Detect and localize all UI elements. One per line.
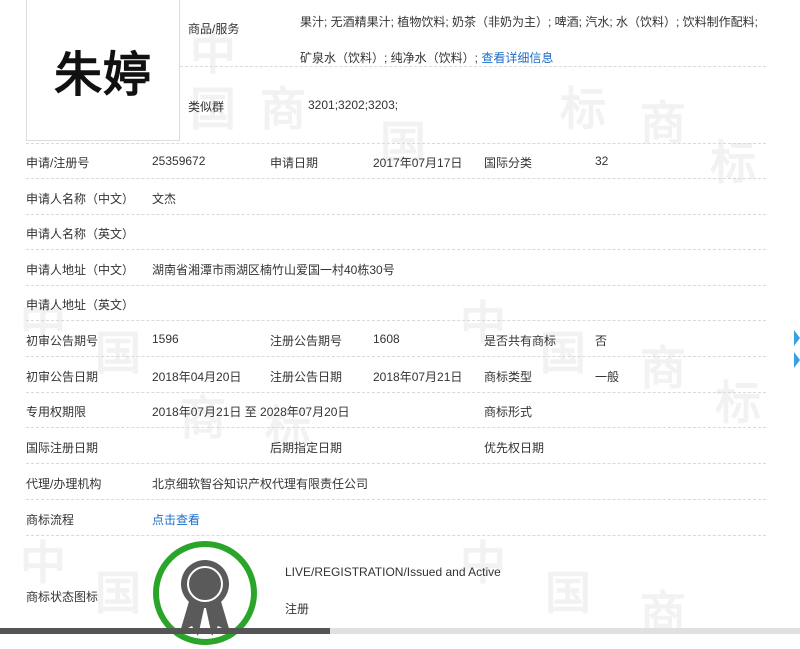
tm-form-label: 商标形式	[484, 405, 533, 419]
watermark-char: 商	[640, 341, 686, 395]
horizontal-scrollbar-thumb[interactable]	[0, 628, 330, 634]
applicant-cn-label: 申请人名称（中文）	[26, 192, 135, 206]
shared-label: 是否共有商标	[484, 334, 557, 348]
watermark-char: 标	[715, 376, 761, 430]
flow-label: 商标流程	[26, 513, 75, 527]
divider	[26, 320, 766, 321]
prelim-date-value: 2018年04月20日	[152, 370, 242, 384]
intl-reg-date-label: 国际注册日期	[26, 441, 99, 455]
agent-value: 北京细软智谷知识产权代理有限责任公司	[152, 477, 369, 491]
reg-no-label: 申请/注册号	[26, 156, 90, 170]
scroll-arrow-icon[interactable]	[794, 330, 800, 346]
status-en: LIVE/REGISTRATION/Issued and Active	[285, 565, 501, 579]
prelim-no-value: 1596	[152, 332, 179, 346]
agent-label: 代理/办理机构	[26, 477, 102, 491]
divider	[26, 356, 766, 357]
similar-group-label: 类似群	[188, 100, 225, 114]
tm-type-label: 商标类型	[484, 370, 533, 384]
watermark-char: 中	[20, 536, 66, 590]
address-en-label: 申请人地址（英文）	[26, 298, 135, 312]
reg-pub-no-label: 注册公告期号	[270, 334, 343, 348]
flow-view-link[interactable]: 点击查看	[152, 511, 200, 528]
address-cn-label: 申请人地址（中文）	[26, 263, 135, 277]
watermark-char: 国	[95, 326, 141, 380]
shared-value: 否	[595, 334, 608, 348]
tm-type-value: 一般	[595, 370, 620, 384]
applicant-en-label: 申请人名称（英文）	[26, 227, 135, 241]
watermark-char: 商	[260, 82, 306, 136]
intl-class-label: 国际分类	[484, 156, 533, 170]
divider	[26, 178, 766, 179]
app-date-label: 申请日期	[270, 156, 319, 170]
watermark-char: 国	[95, 566, 141, 620]
app-date-value: 2017年07月17日	[373, 156, 463, 170]
divider	[26, 143, 766, 144]
view-details-link[interactable]: 查看详细信息	[481, 51, 553, 65]
reg-pub-no-value: 1608	[373, 332, 400, 346]
exclusive-label: 专用权期限	[26, 405, 87, 419]
applicant-cn-value: 文杰	[152, 192, 177, 206]
address-cn-value: 湖南省湘潭市雨湖区楠竹山爱国一村40栋30号	[152, 263, 395, 277]
divider	[26, 285, 766, 286]
similar-group-value: 3201;3202;3203;	[308, 98, 399, 112]
trademark-name: 朱婷	[53, 47, 152, 103]
prelim-no-label: 初审公告期号	[26, 334, 99, 348]
scroll-arrow-icon[interactable]	[794, 352, 800, 368]
divider	[26, 499, 766, 500]
later-date-label: 后期指定日期	[270, 441, 343, 455]
status-icon-label: 商标状态图标	[26, 590, 99, 604]
divider	[26, 249, 766, 250]
reg-pub-date-value: 2018年07月21日	[373, 370, 463, 384]
divider	[180, 66, 766, 67]
exclusive-value: 2018年07月21日 至 2028年07月20日	[152, 405, 350, 419]
divider	[26, 392, 766, 393]
watermark-char: 标	[710, 136, 756, 190]
reg-no-value: 25359672	[152, 154, 206, 168]
watermark-char: 国	[545, 566, 591, 620]
trademark-image: 朱婷	[26, 0, 180, 141]
divider	[26, 427, 766, 428]
priority-date-label: 优先权日期	[484, 441, 545, 455]
intl-class-value: 32	[595, 154, 609, 168]
divider	[26, 463, 766, 464]
reg-pub-date-label: 注册公告日期	[270, 370, 343, 384]
prelim-date-label: 初审公告日期	[26, 370, 99, 384]
divider	[26, 214, 766, 215]
watermark-char: 标	[560, 82, 606, 136]
watermark-char: 商	[640, 96, 686, 150]
watermark-char: 中	[460, 536, 506, 590]
goods-services-label: 商品/服务	[188, 22, 240, 36]
divider	[26, 535, 766, 536]
status-cn: 注册	[285, 602, 310, 616]
